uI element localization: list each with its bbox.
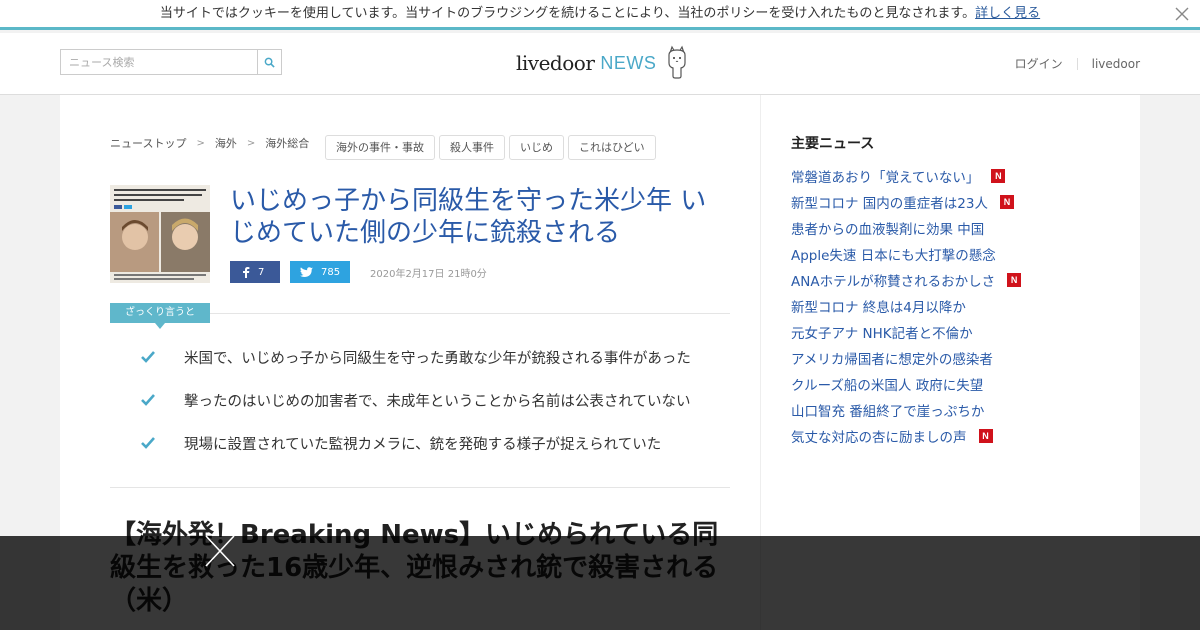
news-item[interactable]: 山口智充 番組終了で崖っぷちか [791, 397, 1021, 423]
news-item-text[interactable]: ANAホテルが称賛されるおかしさ [791, 270, 995, 290]
checkmark-icon [141, 351, 155, 363]
share-bar: 7 785 2020年2月17日 21時0分 [230, 261, 487, 283]
summary-item: 現場に設置されていた監視カメラに、銃を発砲する様子が捉えられていた [140, 433, 740, 476]
breadcrumb-item-overseas-general[interactable]: 海外総合 [265, 135, 309, 151]
close-icon[interactable] [205, 535, 235, 567]
section-divider [110, 487, 730, 488]
twitter-share-button[interactable]: 785 [290, 261, 350, 283]
cookie-text: 当サイトではクッキーを使用しています。当サイトのブラウジングを続けることにより、… [159, 6, 976, 21]
sidebar-title: 主要ニュース [791, 136, 875, 152]
chevron-right-icon: > [246, 137, 256, 149]
search-button[interactable] [257, 50, 281, 74]
news-item-text[interactable]: 気丈な対応の杏に励ましの声 [791, 426, 967, 446]
checkmark-icon [141, 394, 155, 406]
new-badge: N [991, 169, 1006, 183]
twitter-count: 785 [321, 266, 341, 278]
news-item[interactable]: ANAホテルが称賛されるおかしさ N [791, 267, 1022, 293]
news-item-text[interactable]: クルーズ船の米国人 政府に失望 [791, 374, 983, 394]
breadcrumb-item-top[interactable]: ニューストップ [110, 135, 186, 151]
summary-text: 米国で、いじめっ子から同級生を守った勇敢な少年が銃殺される事件があった [184, 351, 691, 367]
new-badge: N [1007, 273, 1022, 287]
topic-tags: 海外の事件・事故 殺人事件 いじめ これはひどい [325, 135, 660, 160]
search-box [60, 49, 282, 75]
top-news-list: 常磐道あおり「覚えていない」 N 新型コロナ 国内の重症者は23人 N 患者からの血… [791, 163, 1022, 449]
article-thumbnail[interactable] [110, 185, 210, 283]
checkmark-icon [141, 437, 155, 449]
summary-item: 米国で、いじめっ子から同級生を守った勇敢な少年が銃殺される事件があった [140, 347, 740, 390]
news-item-text[interactable]: 新型コロナ 国内の重症者は23人 [791, 192, 988, 212]
logo-news: NEWS [600, 52, 657, 73]
news-item[interactable]: 元女子アナ NHK記者と不倫か [791, 319, 1021, 345]
publish-date: 2020年2月17日 21時0分 [370, 268, 487, 280]
dog-mascot-icon [668, 45, 686, 79]
news-item-text[interactable]: 新型コロナ 終息は4月以降か [791, 296, 966, 316]
search-icon [264, 57, 275, 68]
breadcrumb: ニューストップ > 海外 > 海外総合 [110, 135, 309, 151]
site-header: livedoor NEWS ログイン livedoor [0, 33, 1200, 95]
site-logo[interactable]: livedoor NEWS [516, 45, 690, 81]
news-item[interactable]: 気丈な対応の杏に励ましの声 N [791, 423, 1021, 449]
news-item-text[interactable]: 常磐道あおり「覚えていない」 [791, 166, 979, 186]
news-item-text[interactable]: 山口智充 番組終了で崖っぷちか [791, 400, 984, 420]
news-item[interactable]: 常磐道あおり「覚えていない」 N [791, 163, 1021, 189]
news-item[interactable]: 患者からの血液製剤に効果 中国 [791, 215, 1021, 241]
cookie-details-link[interactable]: 詳しく見る [975, 6, 1040, 21]
header-links: ログイン livedoor [1015, 55, 1140, 72]
header-divider [1076, 57, 1078, 70]
search-input[interactable] [61, 50, 257, 74]
chevron-right-icon: > [196, 137, 205, 149]
breadcrumb-item-overseas[interactable]: 海外 [215, 135, 237, 151]
overlay-backdrop [0, 536, 1200, 630]
login-link[interactable]: ログイン [1015, 55, 1063, 72]
news-item-text[interactable]: 患者からの血液製剤に効果 中国 [791, 218, 984, 238]
close-icon[interactable] [1174, 6, 1190, 22]
tag-item[interactable]: いじめ [509, 135, 564, 160]
news-item[interactable]: 新型コロナ 終息は4月以降か [791, 293, 1021, 319]
livedoor-link[interactable]: livedoor [1092, 57, 1140, 71]
tag-item[interactable]: 海外の事件・事故 [325, 135, 435, 160]
news-item-text[interactable]: Apple失速 日本にも大打撃の懸念 [791, 244, 996, 264]
news-item[interactable]: アメリカ帰国者に想定外の感染者 [791, 345, 1021, 371]
logo-livedoor: livedoor [516, 51, 595, 75]
summary-item: 撃ったのはいじめの加害者で、未成年ということから名前は公表されていない [140, 390, 740, 433]
facebook-share-button[interactable]: 7 [230, 261, 280, 283]
news-item-text[interactable]: 元女子アナ NHK記者と不倫か [791, 322, 973, 342]
news-item[interactable]: クルーズ船の米国人 政府に失望 [791, 371, 1021, 397]
news-item[interactable]: 新型コロナ 国内の重症者は23人 N [791, 189, 1021, 215]
twitter-icon [300, 266, 313, 277]
summary-text: 現場に設置されていた監視カメラに、銃を発砲する様子が捉えられていた [184, 437, 662, 453]
summary-divider [210, 313, 730, 314]
new-badge: N [978, 429, 993, 443]
news-item-text[interactable]: アメリカ帰国者に想定外の感染者 [791, 348, 993, 368]
facebook-count: 7 [258, 266, 265, 278]
tag-item[interactable]: 殺人事件 [439, 135, 505, 160]
news-item[interactable]: Apple失速 日本にも大打撃の懸念 [791, 241, 1021, 267]
summary-list: 米国で、いじめっ子から同級生を守った勇敢な少年が銃殺される事件があった 撃ったの… [140, 347, 740, 476]
article-title: いじめっ子から同級生を守った米少年 いじめていた側の少年に銃殺される [230, 186, 707, 248]
new-badge: N [999, 195, 1014, 209]
summary-label: ざっくり言うと [110, 303, 210, 329]
cookie-banner: 当サイトではクッキーを使用しています。当サイトのブラウジングを続けることにより、… [0, 0, 1200, 30]
summary-text: 撃ったのはいじめの加害者で、未成年ということから名前は公表されていない [184, 394, 691, 410]
tag-item[interactable]: これはひどい [568, 135, 656, 160]
facebook-icon [243, 267, 250, 278]
